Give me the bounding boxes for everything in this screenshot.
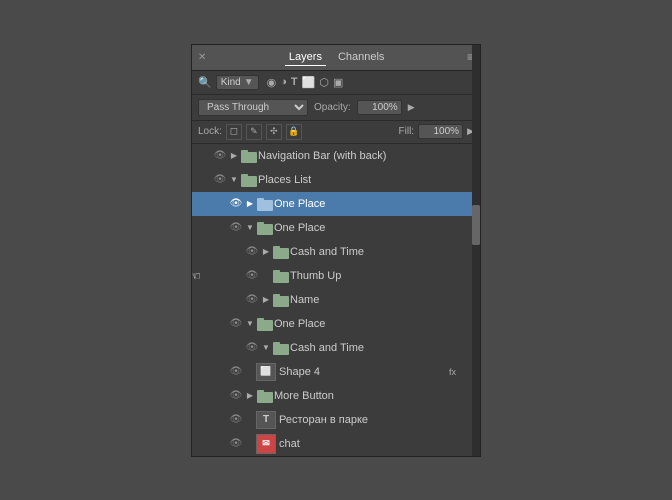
layer-item[interactable]: 👁 ▶ Name bbox=[192, 288, 480, 312]
collapse-arrow[interactable]: ▶ bbox=[260, 294, 272, 306]
collapse-arrow[interactable]: ▶ bbox=[244, 390, 256, 402]
lock-row: Lock: ◻ ✎ ✣ 🔒 Fill: ▶ bbox=[192, 121, 480, 144]
visibility-icon[interactable]: 👁 bbox=[244, 244, 260, 260]
layer-item[interactable]: 👁 ▶ Navigation Bar (with back) bbox=[192, 144, 480, 168]
opacity-arrow[interactable]: ▶ bbox=[408, 102, 415, 113]
collapse-arrow[interactable]: ▼ bbox=[244, 318, 256, 330]
visibility-icon[interactable]: 👁 bbox=[244, 268, 260, 284]
visibility-icon[interactable]: 👁 bbox=[228, 412, 244, 428]
image-thumb: ✉ bbox=[256, 434, 276, 454]
lock-transparent-icon[interactable]: ◻ bbox=[226, 124, 242, 140]
folder-icon bbox=[272, 340, 290, 356]
panel-close-icon[interactable]: ✕ bbox=[198, 52, 206, 63]
layer-name: Thumb Up bbox=[290, 270, 476, 282]
layer-name: Places List bbox=[258, 174, 476, 186]
visibility-icon[interactable]: 👁 bbox=[244, 292, 260, 308]
tab-layers[interactable]: Layers bbox=[285, 49, 326, 66]
lock-image-icon[interactable]: ✎ bbox=[246, 124, 262, 140]
folder-icon bbox=[272, 268, 290, 284]
collapse-arrow[interactable]: ▶ bbox=[260, 246, 272, 258]
layer-item[interactable]: 👁 ▼ One Place bbox=[192, 312, 480, 336]
layer-name: Cash and Time bbox=[290, 246, 476, 258]
visibility-icon[interactable]: 👁 bbox=[212, 148, 228, 164]
scrollbar-thumb[interactable] bbox=[472, 205, 480, 245]
filter-more-icon[interactable]: ▣ bbox=[333, 76, 343, 89]
search-icon: 🔍 bbox=[198, 76, 212, 89]
layer-item[interactable]: 👁 ▶ Cash and Time bbox=[192, 240, 480, 264]
filter-row: 🔍 Kind ▼ ◉ ◑ T ⬜ ⬡ ▣ bbox=[192, 71, 480, 95]
folder-icon bbox=[256, 316, 274, 332]
layer-name: Cash and Time bbox=[290, 342, 476, 354]
folder-icon bbox=[240, 148, 258, 164]
panel-header: ✕ Layers Channels ≡ bbox=[192, 45, 480, 71]
opacity-input[interactable] bbox=[357, 100, 402, 115]
filter-shape-icon[interactable]: ⬜ bbox=[302, 76, 316, 89]
filter-text-icon[interactable]: T bbox=[291, 76, 298, 88]
layer-name: Shape 4 bbox=[279, 366, 449, 378]
shape-thumb: ⬜ bbox=[256, 363, 276, 381]
layer-name: One Place bbox=[274, 318, 476, 330]
layer-item[interactable]: 👁 ▶ One Place bbox=[192, 192, 480, 216]
folder-icon bbox=[240, 172, 258, 188]
blend-mode-row: Pass Through Opacity: ▶ bbox=[192, 95, 480, 121]
visibility-icon[interactable]: 👁 bbox=[228, 364, 244, 380]
kind-selector[interactable]: Kind ▼ bbox=[216, 75, 259, 90]
layer-name: chat bbox=[279, 438, 476, 450]
layer-name: One Place bbox=[274, 222, 476, 234]
visibility-icon[interactable]: 👁 bbox=[244, 340, 260, 356]
kind-label: Kind bbox=[221, 77, 241, 88]
fill-section: Fill: ▶ bbox=[399, 124, 474, 139]
folder-icon bbox=[272, 244, 290, 260]
layer-name: Ресторан в парке bbox=[279, 414, 476, 426]
layer-name: Name bbox=[290, 294, 476, 306]
visibility-icon[interactable]: 👁 bbox=[228, 196, 244, 212]
visibility-icon[interactable]: 👁 bbox=[228, 436, 244, 452]
collapse-arrow[interactable]: ▶ bbox=[244, 198, 256, 210]
layer-name: More Button bbox=[274, 390, 476, 402]
layer-item[interactable]: 👁 ▶ T Ресторан в парке bbox=[192, 408, 480, 432]
layers-list: 👁 ▶ Navigation Bar (with back) 👁 ▼ Place… bbox=[192, 144, 480, 456]
filter-adj-icon[interactable]: ◑ bbox=[280, 76, 287, 88]
lock-label: Lock: bbox=[198, 126, 222, 137]
tab-channels[interactable]: Channels bbox=[334, 49, 388, 66]
layer-name: Navigation Bar (with back) bbox=[258, 150, 476, 162]
visibility-icon[interactable]: 👁 bbox=[212, 172, 228, 188]
visibility-icon[interactable]: 👁 bbox=[228, 220, 244, 236]
visibility-icon[interactable]: 👁 bbox=[228, 388, 244, 404]
lock-all-icon[interactable]: 🔒 bbox=[286, 124, 302, 140]
folder-icon bbox=[256, 388, 274, 404]
layer-item[interactable]: 👁 ▶ ✉ chat bbox=[192, 432, 480, 456]
collapse-arrow[interactable]: ▼ bbox=[260, 342, 272, 354]
layer-item[interactable]: 👁 ▶ ⬜ Shape 4 fx bbox=[192, 360, 480, 384]
fill-input[interactable] bbox=[418, 124, 463, 139]
layer-item[interactable]: 👁 ▶ More Button bbox=[192, 384, 480, 408]
opacity-label: Opacity: bbox=[314, 102, 351, 113]
layer-name: One Place bbox=[274, 198, 476, 210]
layer-item[interactable]: 👁 ▶ Thumb Up bbox=[192, 264, 480, 288]
layer-item[interactable]: 👁 ▼ Places List bbox=[192, 168, 480, 192]
lock-position-icon[interactable]: ✣ bbox=[266, 124, 282, 140]
text-thumb: T bbox=[256, 411, 276, 429]
collapse-arrow[interactable]: ▼ bbox=[228, 174, 240, 186]
visibility-icon[interactable]: 👁 bbox=[228, 316, 244, 332]
collapse-arrow[interactable]: ▼ bbox=[244, 222, 256, 234]
folder-icon bbox=[256, 220, 274, 236]
layer-item[interactable]: 👁 ▼ One Place bbox=[192, 216, 480, 240]
scrollbar[interactable] bbox=[472, 45, 480, 456]
layer-item[interactable]: 👁 ▼ Cash and Time bbox=[192, 336, 480, 360]
folder-icon bbox=[256, 196, 274, 212]
collapse-arrow[interactable]: ▶ bbox=[228, 150, 240, 162]
fill-label: Fill: bbox=[399, 126, 415, 137]
panel-tabs: Layers Channels bbox=[285, 49, 389, 66]
folder-icon bbox=[272, 292, 290, 308]
layers-panel: ✕ Layers Channels ≡ 🔍 Kind ▼ ◉ ◑ T ⬜ ⬡ ▣… bbox=[191, 44, 481, 457]
filter-smart-icon[interactable]: ⬡ bbox=[319, 76, 329, 89]
filter-pixel-icon[interactable]: ◉ bbox=[267, 76, 277, 89]
blend-mode-select[interactable]: Pass Through bbox=[198, 99, 308, 116]
